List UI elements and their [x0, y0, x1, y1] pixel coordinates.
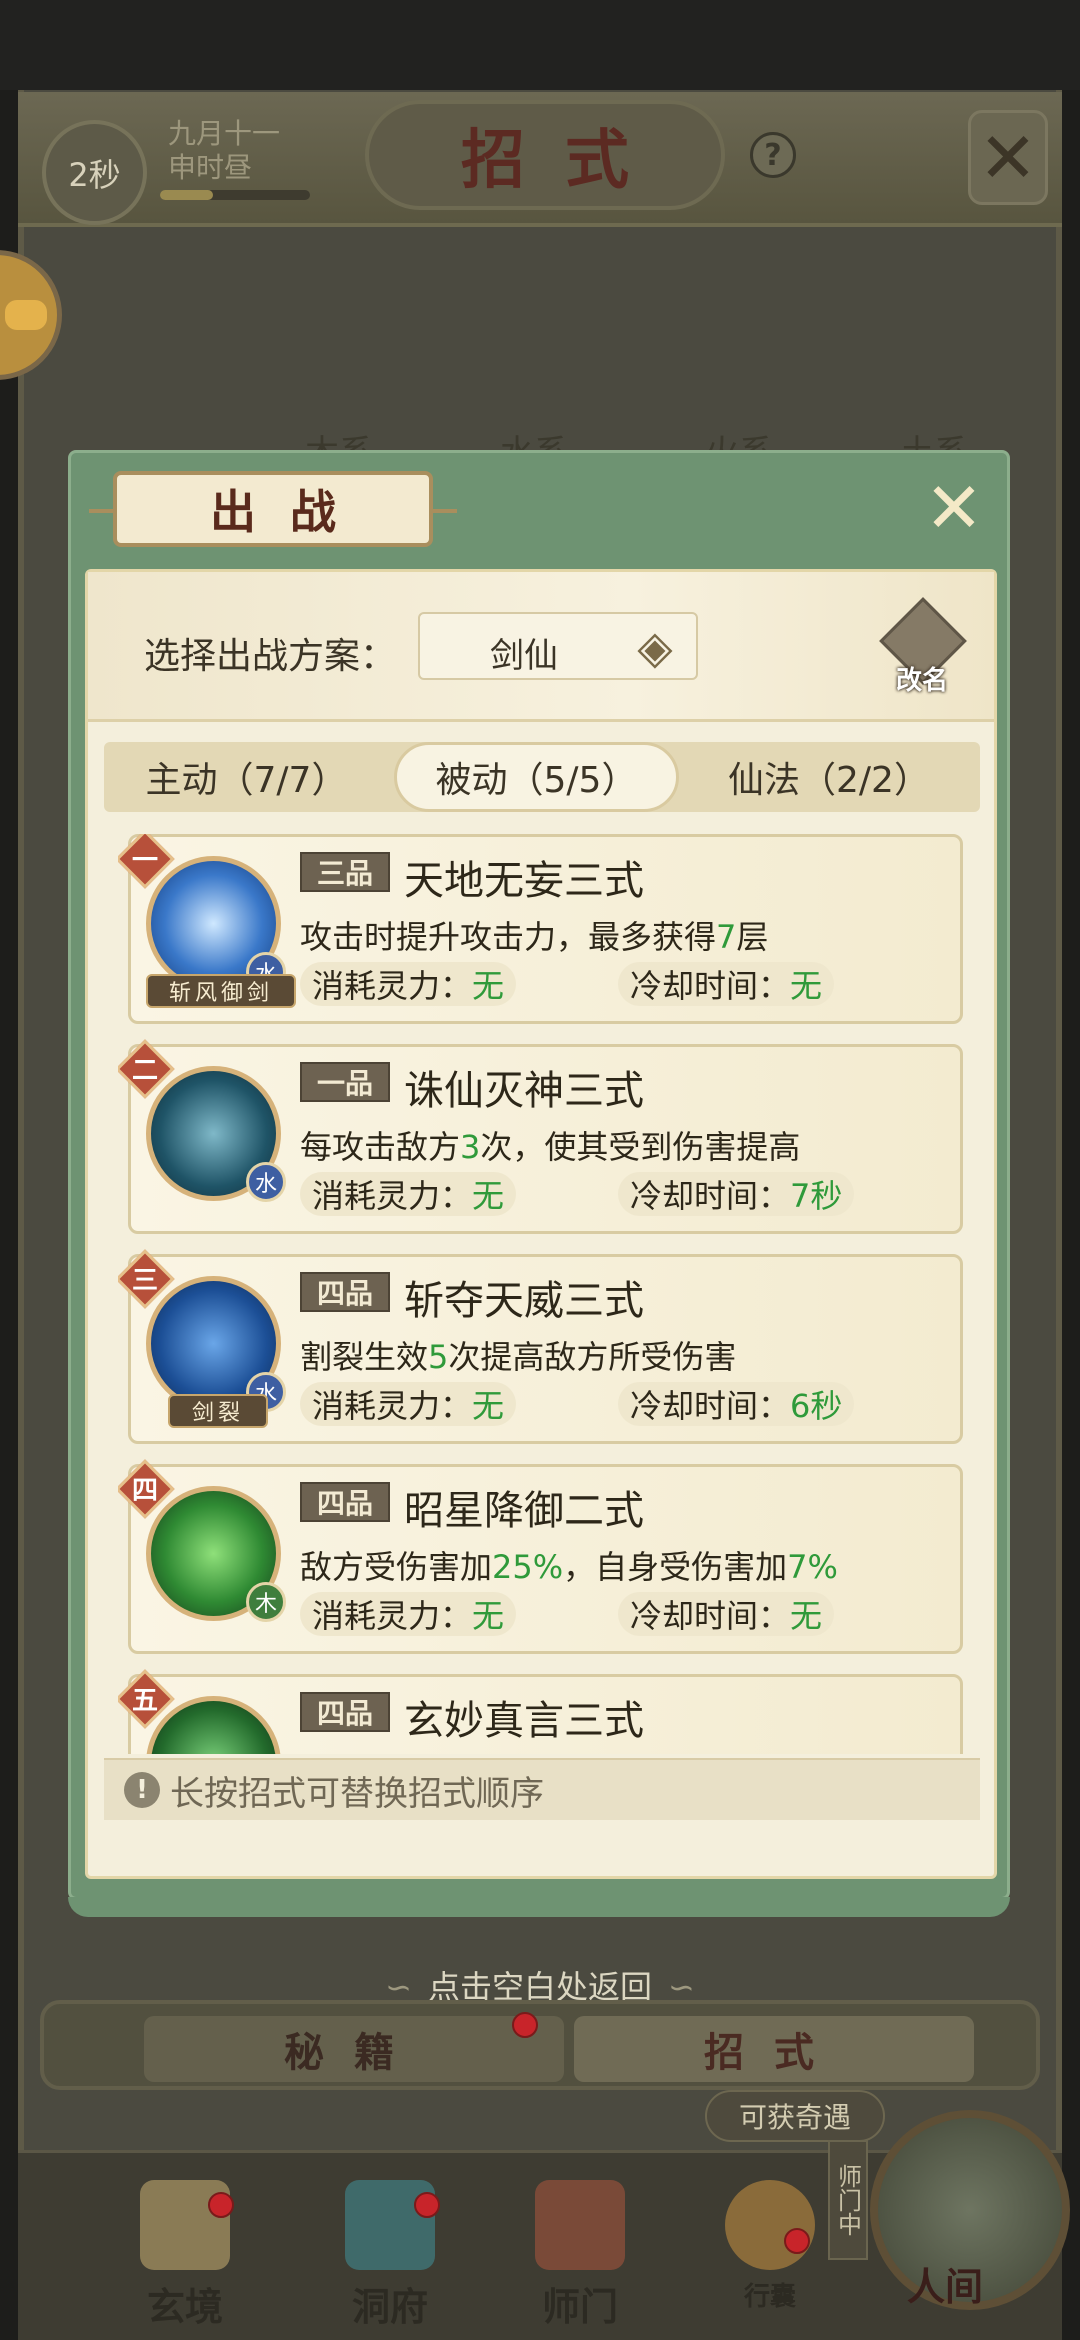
- plan-row: 选择出战方案： 剑仙 ◈ 改名: [88, 572, 994, 722]
- skill-card[interactable]: 水 斩风御剑 一 三品 天地无妄三式 攻击时提升攻击力，最多获得7层 消耗灵力：…: [118, 834, 968, 1026]
- notification-dot: [512, 2012, 538, 2038]
- quality-badge: 三品: [300, 852, 390, 892]
- rename-label: 改名: [895, 666, 948, 696]
- nav-renjian[interactable]: 人间: [870, 2250, 1020, 2311]
- skill-card[interactable]: 木 四 四品 昭星降御二式 敌方受伤害加25%，自身受伤害加7% 消耗灵力：无 …: [118, 1459, 968, 1656]
- deploy-modal: 出战 ✕ 选择出战方案： 剑仙 ◈ 改名 主动（7/7） 被动（5/5） 仙法（…: [68, 450, 1010, 1917]
- notification-dot: [208, 2192, 234, 2218]
- plan-label: 选择出战方案：: [144, 636, 397, 677]
- modal-close-button[interactable]: ✕: [919, 473, 989, 543]
- cost-stat: 消耗灵力：无: [300, 1382, 517, 1426]
- quality-badge: 四品: [300, 1482, 390, 1522]
- cooldown-stat: 冷却时间：无: [618, 962, 835, 1006]
- tab-passive[interactable]: 被动（5/5）: [394, 742, 679, 812]
- modal-title: 出战: [89, 471, 457, 547]
- time-of-day-text: 申时昼: [168, 151, 253, 184]
- info-icon: !: [124, 1772, 160, 1808]
- bag-icon: [725, 2180, 815, 2270]
- skill-name: 诛仙灭神三式: [404, 1068, 644, 1114]
- help-button[interactable]: ?: [750, 132, 796, 178]
- rank-badge: 四: [118, 1459, 175, 1519]
- skill-list[interactable]: 水 斩风御剑 一 三品 天地无妄三式 攻击时提升攻击力，最多获得7层 消耗灵力：…: [118, 834, 968, 1754]
- modal-content: 选择出战方案： 剑仙 ◈ 改名 主动（7/7） 被动（5/5） 仙法（2/2） …: [85, 569, 997, 1879]
- chevron-down-icon: ◈: [637, 620, 673, 674]
- close-icon: ✕: [978, 116, 1038, 199]
- rank-badge: 二: [118, 1039, 175, 1099]
- skill-card[interactable]: 五 四品 玄妙真言三式: [118, 1669, 968, 1754]
- tab-skills[interactable]: 招式: [574, 2016, 974, 2082]
- encounter-badge[interactable]: 可获奇遇: [705, 2090, 885, 2142]
- skill-name: 斩夺天威三式: [404, 1278, 644, 1324]
- rename-button[interactable]: 改名: [872, 597, 972, 698]
- timer-badge: 2秒: [42, 120, 147, 225]
- close-icon: ✕: [924, 467, 984, 549]
- skill-name: 玄妙真言三式: [404, 1698, 644, 1744]
- bottom-tabs: 秘籍 招式: [40, 2000, 1040, 2090]
- nav-xingnang[interactable]: 行囊: [700, 2180, 840, 2313]
- tab-active[interactable]: 主动（7/7）: [104, 742, 389, 812]
- notification-dot: [414, 2192, 440, 2218]
- rank-badge: 一: [118, 834, 175, 889]
- plan-select[interactable]: 剑仙 ◈: [418, 612, 698, 680]
- quality-badge: 四品: [300, 1272, 390, 1312]
- quality-badge: 四品: [300, 1692, 390, 1732]
- skill-card[interactable]: 水 二 一品 诛仙灭神三式 每攻击敌方3次，使其受到伤害提高 消耗灵力：无 冷却…: [118, 1039, 968, 1236]
- skill-description: 攻击时提升攻击力，最多获得7层: [300, 918, 769, 956]
- skill-description: 敌方受伤害加25%，自身受伤害加7%: [300, 1548, 838, 1586]
- nav-shimen[interactable]: 师门: [510, 2180, 650, 2331]
- skill-tag: 剑裂: [168, 1394, 268, 1428]
- notification-dot: [784, 2228, 810, 2254]
- element-badge: 木: [246, 1582, 286, 1622]
- cost-stat: 消耗灵力：无: [300, 1172, 517, 1216]
- reorder-tip: ! 长按招式可替换招式顺序: [104, 1758, 980, 1820]
- rank-badge: 五: [118, 1669, 175, 1729]
- skill-description: 每攻击敌方3次，使其受到伤害提高: [300, 1128, 801, 1166]
- tab-secret-books[interactable]: 秘籍: [144, 2016, 564, 2082]
- skill-type-tabs: 主动（7/7） 被动（5/5） 仙法（2/2）: [104, 742, 980, 812]
- skill-card[interactable]: 水 剑裂 三 四品 斩夺天威三式 割裂生效5次提高敌方所受伤害 消耗灵力：无 冷…: [118, 1249, 968, 1446]
- plan-value: 剑仙: [490, 636, 558, 676]
- banner-icon: [535, 2180, 625, 2270]
- gamepad-icon: [5, 300, 47, 330]
- time-progress: [160, 190, 310, 200]
- skill-description: 割裂生效5次提高敌方所受伤害: [300, 1338, 737, 1376]
- cooldown-stat: 冷却时间： 6秒: [618, 1382, 855, 1426]
- element-badge: 水: [246, 1162, 286, 1202]
- cost-stat: 消耗灵力：无: [300, 962, 517, 1006]
- cooldown-stat: 冷却时间：无: [618, 1592, 835, 1636]
- rank-badge: 三: [118, 1249, 175, 1309]
- page-title: 招式: [365, 100, 725, 210]
- nav-xuanjing[interactable]: 玄境: [115, 2180, 255, 2331]
- cost-stat: 消耗灵力：无: [300, 1592, 517, 1636]
- page-close-button[interactable]: ✕: [968, 110, 1048, 205]
- skill-tag: 斩风御剑: [146, 974, 296, 1008]
- skill-name: 天地无妄三式: [404, 858, 644, 904]
- tip-text: 长按招式可替换招式顺序: [170, 1773, 544, 1814]
- status-area: [0, 0, 1080, 90]
- sect-tag: 师门中: [828, 2140, 868, 2260]
- skill-name: 昭星降御二式: [404, 1488, 644, 1534]
- cooldown-stat: 冷却时间： 7秒: [618, 1172, 855, 1216]
- quality-badge: 一品: [300, 1062, 390, 1102]
- tab-immortal-arts[interactable]: 仙法（2/2）: [684, 742, 974, 812]
